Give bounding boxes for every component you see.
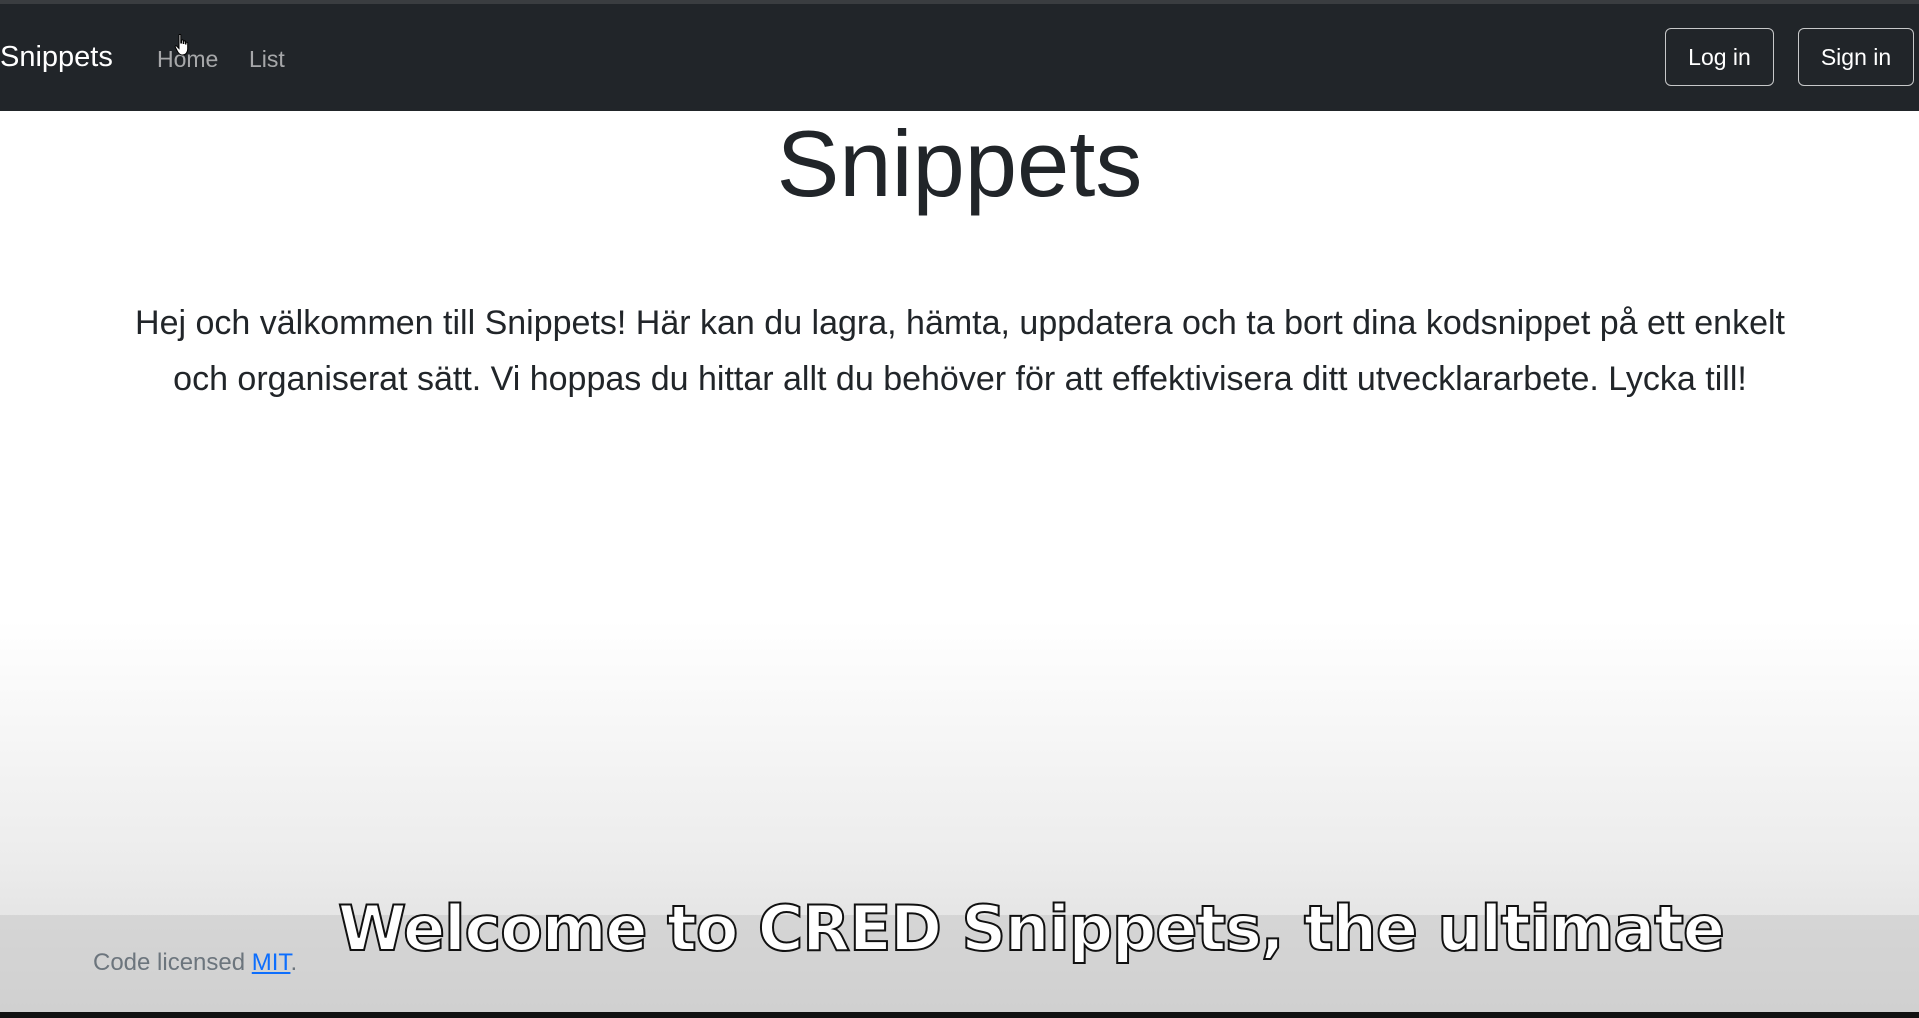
mit-license-link[interactable]: MIT bbox=[252, 949, 291, 976]
footer-suffix: . bbox=[290, 949, 298, 976]
page-title: Snippets bbox=[776, 111, 1143, 216]
footer-text: Code licensed MIT. bbox=[93, 949, 297, 977]
login-button[interactable]: Log in bbox=[1665, 28, 1774, 86]
intro-paragraph: Hej och välkommen till Snippets! Här kan… bbox=[135, 304, 1785, 398]
nav-link-list[interactable]: List bbox=[249, 46, 285, 74]
navbar: Snippets Home List Log in Sign in bbox=[0, 4, 1919, 111]
navbar-brand[interactable]: Snippets bbox=[0, 40, 113, 75]
browser-viewport: Snippets Home List Log in Sign in Snippe… bbox=[0, 0, 1919, 1018]
signin-button[interactable]: Sign in bbox=[1798, 28, 1914, 86]
video-caption: Welcome to CRED Snippets, the ultimate bbox=[337, 891, 1726, 966]
hand-cursor-icon bbox=[174, 34, 189, 56]
window-bottom-edge bbox=[0, 1012, 1919, 1018]
footer-license-text: Code licensed bbox=[93, 949, 252, 976]
